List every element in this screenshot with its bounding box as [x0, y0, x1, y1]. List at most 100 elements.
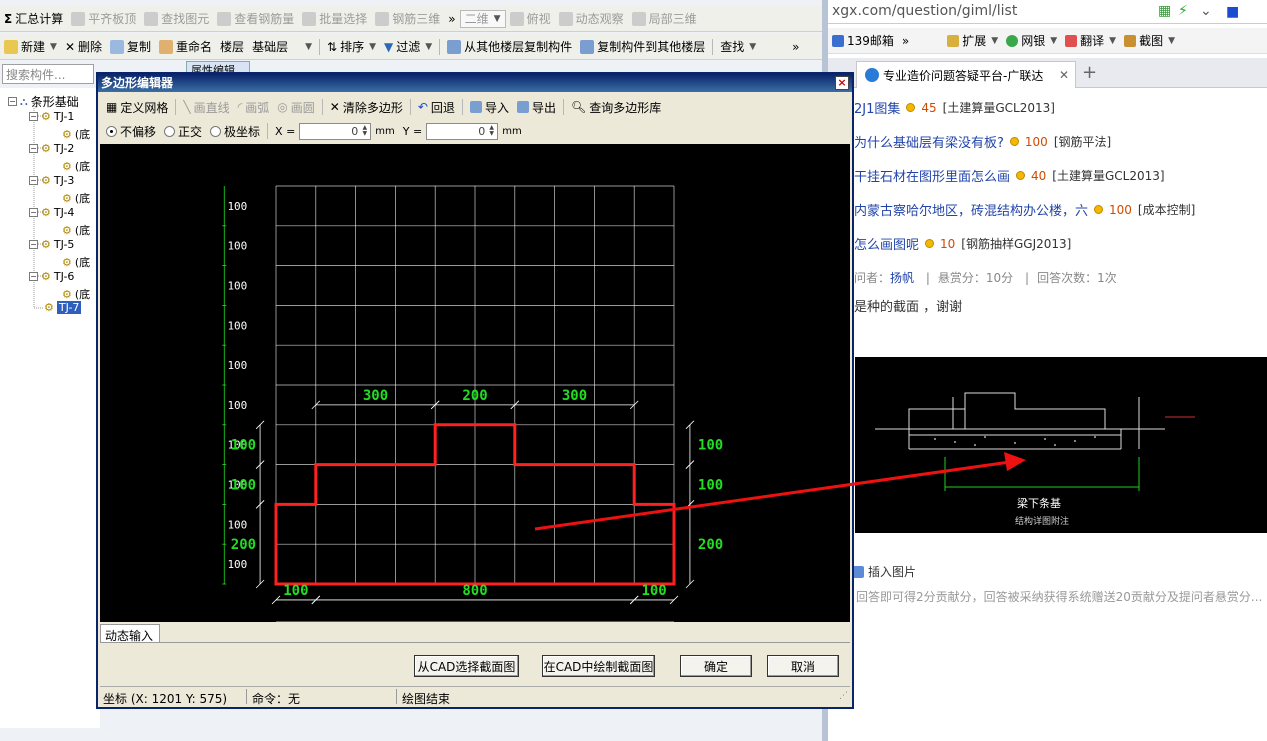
mode-ortho-radio[interactable]: 正交 [160, 121, 206, 141]
x-coordinate-input[interactable]: 0 ▲ ▼ [299, 122, 372, 140]
toolbar-overflow[interactable]: » [444, 9, 459, 29]
bookmark-139-mail[interactable]: 139邮箱 [828, 31, 898, 51]
question-row[interactable]: 怎么画图呢 10 [钢筋抽样GGJ2013] [854, 234, 1071, 254]
toolbar-overflow[interactable]: » [788, 37, 803, 57]
draw-arc-button[interactable]: ◜ 画弧 [234, 97, 274, 117]
tree-item-tj-3[interactable]: − ⚙ TJ-3 [29, 174, 74, 187]
tree-child-item[interactable]: ⚙ (底 [62, 190, 90, 206]
screenshot-button[interactable]: 截图 ▼ [1120, 31, 1179, 51]
sort-button[interactable]: ⇅ 排序 ▼ [323, 37, 380, 57]
tree-item-tj-5[interactable]: − ⚙ TJ-5 [29, 238, 74, 251]
sigma-icon: Σ [4, 11, 13, 26]
collapse-icon[interactable]: − [29, 272, 38, 281]
polygon-drawing-svg[interactable]: 100 100 100 100 100 100 100 100 100 100 100 100 100 1… [100, 144, 850, 622]
view-2d-select[interactable]: 二维 ▼ [459, 9, 506, 28]
tree-child-item[interactable]: ⚙ (底 [62, 222, 90, 238]
select-section-from-cad-button[interactable]: 从CAD选择截面图 [414, 655, 519, 677]
status-command: 命令：无 [252, 692, 301, 706]
draw-section-in-cad-button[interactable]: 在CAD中绘制截面图 [542, 655, 655, 677]
address-bar[interactable]: xgx.com/question/giml/list ▦ ⚡ ⌄ ■ [828, 0, 1267, 24]
shield-icon[interactable]: ▦ [1158, 0, 1171, 22]
tree-item-tj-6[interactable]: − ⚙ TJ-6 [29, 270, 74, 283]
bottom-dimension-text: 100 [283, 583, 308, 599]
dialog-status-bar: 坐标 (X: 1201 Y: 575) 命令：无 绘图结束 ⋰ [100, 686, 850, 706]
grid-icon: ▦ [106, 100, 118, 114]
question-row[interactable]: 内蒙古察哈尔地区，砖混结构办公楼，六 100 [成本控制] [854, 200, 1195, 220]
define-grid-button[interactable]: ▦ 定义网格 [102, 97, 172, 117]
rename-button[interactable]: 重命名 [155, 37, 216, 57]
top-view-button[interactable]: 俯视 [506, 9, 555, 29]
collapse-icon[interactable]: − [29, 144, 38, 153]
tree-child-item[interactable]: ⚙ (底 [62, 254, 90, 270]
draw-line-button[interactable]: ╲ 画直线 [179, 97, 233, 117]
translate-button[interactable]: 翻译 ▼ [1061, 31, 1120, 51]
collapse-icon[interactable]: − [8, 97, 17, 106]
new-tab-icon[interactable]: + [1082, 62, 1097, 83]
undo-button[interactable]: ↶ 回退 [414, 97, 459, 117]
delete-button[interactable]: ✕ 删除 [61, 37, 106, 57]
collapse-icon[interactable]: − [29, 208, 38, 217]
collapse-icon[interactable]: − [29, 112, 38, 121]
local-3d-button[interactable]: 局部三维 [628, 9, 701, 29]
align-slab-top-button[interactable]: 平齐板顶 [67, 9, 140, 29]
find-element-button[interactable]: 查找图元 [140, 9, 213, 29]
resize-grip-icon[interactable]: ⋰ [839, 691, 848, 701]
new-button[interactable]: 新建 ▼ [0, 37, 61, 57]
top-dimension-text: 300 [562, 388, 587, 404]
floor-select[interactable]: 基础层 ▼ [248, 37, 316, 57]
copy-to-floor-button[interactable]: 复制构件到其他楼层 [576, 37, 709, 57]
tab-active[interactable]: 专业造价问题答疑平台-广联达 ✕ [856, 61, 1076, 88]
y-coordinate-input[interactable]: 0 ▲ ▼ [426, 122, 499, 140]
tree-item-tj-7-selected[interactable]: ⚙ TJ-7 [44, 301, 82, 314]
question-row[interactable]: 干挂石材在图形里面怎么画 40 [土建算量GCL2013] [854, 166, 1165, 186]
cancel-button[interactable]: 取消 [767, 655, 839, 677]
question-row[interactable]: 为什么基础层有梁没有板? 100 [钢筋平法] [854, 132, 1111, 152]
tree-child-item[interactable]: ⚙ (底 [62, 158, 90, 174]
spinner-icon[interactable]: ▲ ▼ [360, 124, 369, 138]
copy-button[interactable]: 复制 [106, 37, 155, 57]
tree-child-item[interactable]: ⚙ (底 [62, 286, 90, 302]
close-icon[interactable]: ✕ [1059, 68, 1069, 82]
paw-icon[interactable]: ■ [1226, 1, 1239, 23]
bookmark-overflow[interactable]: » [898, 31, 913, 51]
find-button[interactable]: 查找 ▼ [716, 37, 760, 57]
tab-dynamic-input[interactable]: 动态输入 [100, 624, 160, 643]
bottom-dimension-text: 800 [462, 583, 487, 599]
tree-root[interactable]: − ⛬ 条形基础 [8, 93, 79, 110]
toolbar-separator [267, 123, 269, 139]
dialog-close-button[interactable]: × [835, 76, 849, 90]
tree-child-item[interactable]: ⚙ (底 [62, 126, 90, 142]
component-search-input[interactable]: 搜索构件... [2, 64, 94, 84]
coin-icon [1094, 205, 1104, 214]
summary-calc-button[interactable]: Σ 汇总计算 [0, 9, 67, 29]
chevron-down-icon[interactable]: ⌄ [1200, 0, 1212, 22]
spinner-icon[interactable]: ▲ ▼ [487, 124, 496, 138]
orbit-button[interactable]: 动态观察 [555, 9, 628, 29]
insert-image-button[interactable]: 插入图片 [852, 563, 916, 580]
mode-polar-radio[interactable]: 极坐标 [206, 121, 264, 141]
tree-item-tj-1[interactable]: − ⚙ TJ-1 [29, 110, 74, 123]
export-button[interactable]: 导出 [513, 97, 560, 117]
bank-button[interactable]: 网银 ▼ [1002, 31, 1061, 51]
collapse-icon[interactable]: − [29, 176, 38, 185]
view-rebar-button[interactable]: 查看钢筋量 [213, 9, 298, 29]
extension-button[interactable]: 扩展 ▼ [943, 31, 1002, 51]
rebar-3d-button[interactable]: 钢筋三维 [371, 9, 444, 29]
query-polygon-library-button[interactable]: 🔍︎ 查询多边形库 [567, 97, 665, 117]
draw-circle-button[interactable]: ◎ 画圆 [273, 97, 319, 117]
lightning-icon[interactable]: ⚡ [1178, 0, 1188, 22]
batch-select-button[interactable]: 批量选择 [298, 9, 371, 29]
import-button[interactable]: 导入 [466, 97, 513, 117]
polygon-drawing-canvas[interactable]: 100 100 100 100 100 100 100 100 100 100 100 100 100 1… [100, 144, 850, 622]
question-row[interactable]: 2J1图集 45 [土建算量GCL2013] [854, 98, 1055, 118]
filter-button[interactable]: ▼ 过滤 ▼ [380, 37, 436, 57]
copy-from-floor-button[interactable]: 从其他楼层复制构件 [443, 37, 576, 57]
ok-button[interactable]: 确定 [680, 655, 752, 677]
chevron-down-icon: ▼ [369, 41, 376, 52]
collapse-icon[interactable]: − [29, 240, 38, 249]
mode-no-offset-radio[interactable]: 不偏移 [102, 121, 160, 141]
clear-polygon-button[interactable]: ✕ 清除多边形 [326, 97, 407, 117]
question-body: 是种的截面 ，谢谢 [854, 300, 963, 315]
tree-item-tj-4[interactable]: − ⚙ TJ-4 [29, 206, 74, 219]
tree-item-tj-2[interactable]: − ⚙ TJ-2 [29, 142, 74, 155]
